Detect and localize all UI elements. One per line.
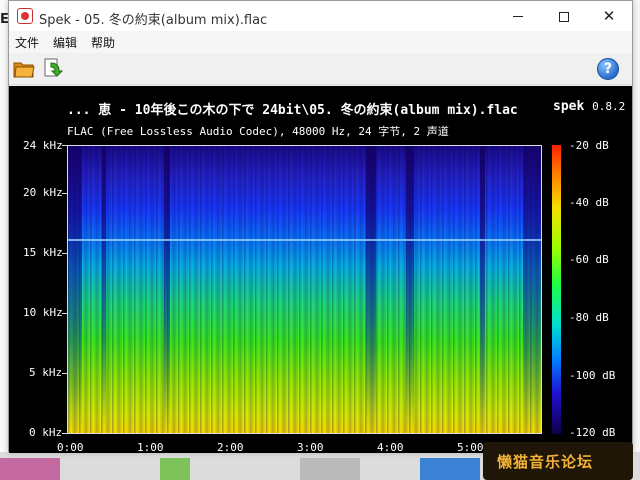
menu-file[interactable]: 文件: [15, 34, 39, 51]
db-tick-label: -80 dB: [569, 311, 609, 324]
spectrogram-image: [67, 145, 542, 434]
forum-watermark: 懒猫音乐论坛: [483, 442, 633, 480]
reload-button[interactable]: [43, 57, 65, 79]
maximize-button[interactable]: [541, 1, 587, 31]
y-tick-mark: [62, 253, 67, 254]
spectrogram-quiet-band: [366, 146, 376, 433]
x-tick-label: 3:00: [297, 441, 324, 454]
spek-app-icon: [17, 8, 33, 24]
close-icon: ✕: [602, 7, 616, 25]
menu-bar: 文件 编辑 帮助: [9, 31, 632, 53]
spectrogram-texture: [68, 146, 541, 433]
y-tick-mark: [62, 373, 67, 374]
spectrogram-quiet-band: [406, 146, 414, 433]
menu-help[interactable]: 帮助: [91, 34, 115, 51]
folder-open-icon: [13, 62, 35, 78]
close-button[interactable]: ✕: [586, 1, 632, 31]
maximize-icon: [559, 11, 569, 22]
watermark-text: 懒猫音乐论坛: [497, 453, 594, 471]
y-tick-label: 24 kHz: [23, 139, 63, 152]
desktop-thumbnail: [420, 458, 480, 480]
spectrogram-quiet-band: [523, 146, 541, 433]
format-info: FLAC (Free Lossless Audio Codec), 48000 …: [67, 125, 449, 138]
x-tick-label: 4:00: [377, 441, 404, 454]
menu-edit[interactable]: 编辑: [53, 34, 77, 51]
y-tick-label: 5 kHz: [29, 366, 63, 379]
open-file-button[interactable]: [13, 58, 35, 80]
spectrogram-quiet-band: [68, 146, 82, 433]
y-tick-mark: [62, 193, 67, 194]
spectrogram-quiet-band: [164, 146, 170, 433]
minimize-icon: [513, 16, 523, 17]
db-tick-label: -20 dB: [569, 139, 609, 152]
title-bar[interactable]: Spek - 05. 冬の約束(album mix).flac ✕: [9, 1, 632, 31]
track-title: ... 恵 - 10年後この木の下で 24bit\05. 冬の約束(album …: [67, 103, 518, 118]
x-tick-label: 1:00: [137, 441, 164, 454]
minimize-button[interactable]: [495, 1, 541, 31]
y-tick-mark: [62, 313, 67, 314]
db-tick-label: -60 dB: [569, 253, 609, 266]
desktop-right-edge: [632, 0, 640, 480]
help-icon: ?: [603, 61, 613, 77]
x-tick-label: 2:00: [217, 441, 244, 454]
y-tick-mark: [62, 145, 67, 146]
y-tick-label: 20 kHz: [23, 186, 63, 199]
y-tick-label: 10 kHz: [23, 306, 63, 319]
y-tick-label: 15 kHz: [23, 246, 63, 259]
db-tick-label: -120 dB: [569, 426, 616, 439]
spectrogram-quiet-band: [480, 146, 485, 433]
db-color-scale: [552, 145, 561, 434]
help-button[interactable]: ?: [597, 58, 619, 80]
spectrogram-tone-line: [68, 239, 541, 241]
y-tick-label: 0 kHz: [29, 426, 63, 439]
spectrogram-panel: ... 恵 - 10年後この木の下で 24bit\05. 冬の約束(album …: [9, 86, 632, 454]
desktop-thumbnail: [0, 458, 60, 480]
db-tick-label: -100 dB: [569, 369, 616, 382]
reload-icon: [44, 58, 64, 77]
window-title: Spek - 05. 冬の約束(album mix).flac: [39, 13, 268, 28]
x-tick-label: 0:00: [57, 441, 84, 454]
version-number: 0.8.2: [592, 100, 626, 113]
app-version: spek 0.8.2: [553, 99, 625, 114]
toolbar: ?: [9, 53, 632, 85]
desktop-thumbnail: [300, 458, 360, 480]
spectrogram-quiet-band: [102, 146, 106, 433]
spek-window: Spek - 05. 冬の約束(album mix).flac ✕ 文件 编辑 …: [8, 0, 633, 454]
app-name: spek: [553, 99, 585, 114]
y-tick-mark: [62, 433, 67, 434]
desktop-thumbnail: [160, 458, 190, 480]
db-tick-label: -40 dB: [569, 196, 609, 209]
x-tick-label: 5:00: [457, 441, 484, 454]
